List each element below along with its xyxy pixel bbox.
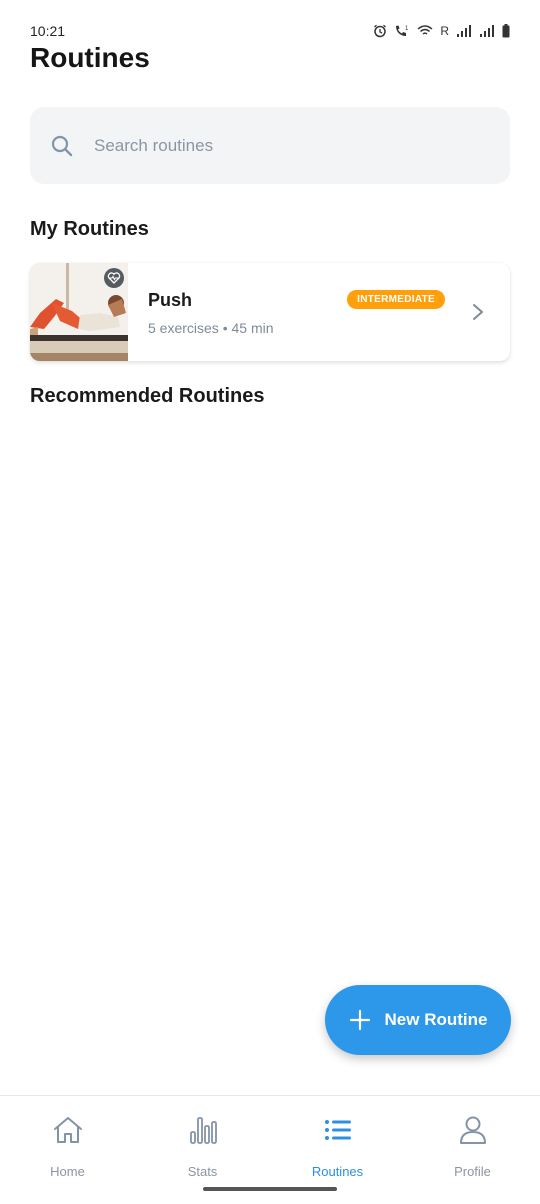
routine-thumbnail — [30, 263, 128, 361]
search-input[interactable] — [94, 135, 454, 156]
wifi-icon — [417, 25, 433, 35]
svg-text:1: 1 — [405, 26, 409, 32]
chevron-right-icon — [473, 304, 483, 320]
nav-label-stats: Stats — [187, 1164, 218, 1179]
nav-item-home[interactable]: Home — [0, 1096, 135, 1204]
nav-label-home: Home — [50, 1164, 85, 1179]
recommended-routines-heading: Recommended Routines — [30, 385, 265, 407]
home-indicator — [203, 1187, 337, 1191]
plus-icon — [349, 1009, 370, 1031]
difficulty-badge: INTERMEDIATE — [347, 290, 445, 309]
profile-icon — [459, 1116, 486, 1144]
signal-icon — [480, 25, 494, 37]
routines-screen: 10:21 1 R Routines Search routines My Ro… — [0, 0, 540, 1204]
status-time: 10:21 — [30, 23, 66, 39]
new-routine-button[interactable]: New Routine — [325, 985, 511, 1055]
nav-item-profile[interactable]: Profile — [405, 1096, 540, 1204]
stats-icon — [189, 1117, 217, 1144]
my-routines-heading: My Routines — [30, 218, 149, 240]
search-icon — [51, 135, 73, 156]
wifi-call-icon: 1 — [396, 25, 409, 36]
battery-icon — [502, 24, 510, 38]
status-icons: 1 R — [373, 24, 510, 38]
routine-card[interactable]: Push 5 exercises • 45 min INTERMEDIATE — [30, 263, 510, 361]
status-bar: 10:21 1 R — [0, 0, 540, 44]
routine-meta: 5 exercises • 45 min — [148, 320, 274, 336]
signal-icon — [457, 25, 471, 37]
heart-pulse-icon — [104, 268, 124, 288]
nav-label-profile: Profile — [454, 1164, 491, 1179]
home-icon — [53, 1117, 82, 1143]
search-bar[interactable] — [30, 107, 510, 184]
routine-info: Push 5 exercises • 45 min INTERMEDIATE — [128, 263, 510, 361]
network-type-label: R — [440, 24, 449, 38]
new-routine-label: New Routine — [384, 1010, 488, 1029]
nav-label-routines: Routines — [311, 1164, 364, 1179]
routine-name: Push — [148, 290, 193, 310]
page-title: Routines — [30, 42, 150, 73]
list-icon — [324, 1120, 351, 1140]
alarm-icon — [374, 24, 387, 38]
